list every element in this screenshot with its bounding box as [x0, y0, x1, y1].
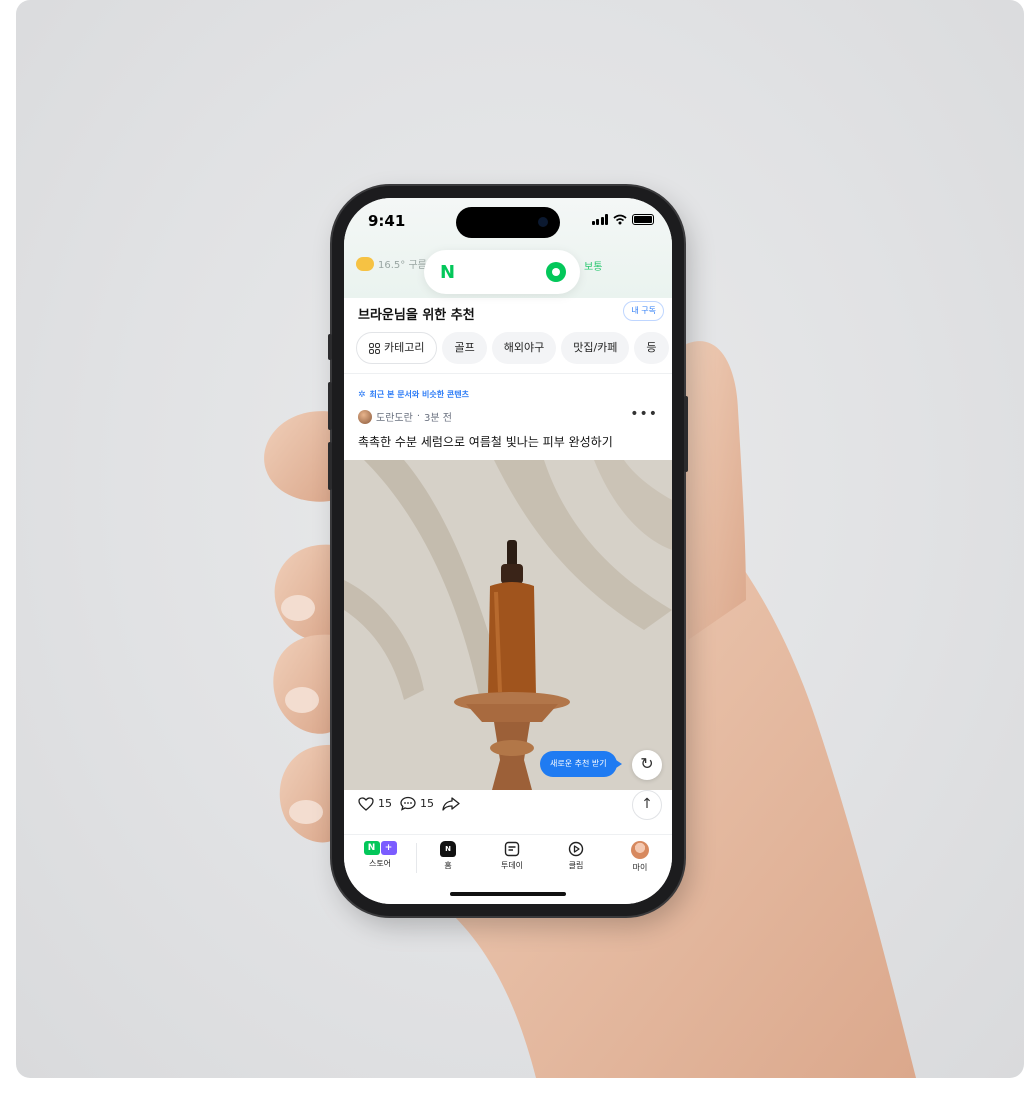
clip-icon — [568, 841, 584, 857]
tab-label: 홈 — [444, 861, 452, 870]
tab-label: 투데이 — [500, 861, 524, 870]
store-badge-n: N — [363, 841, 380, 855]
naver-logo: N — [440, 262, 456, 283]
weather-widget[interactable]: 16.5° 구름 — [356, 256, 427, 271]
action-button — [328, 334, 332, 360]
my-avatar — [631, 841, 649, 859]
scroll-top-icon[interactable]: ↑ — [632, 790, 662, 820]
status-time: 9:41 — [368, 212, 406, 230]
chip-label: 카테고리 — [384, 341, 425, 354]
store-icon: N + — [363, 841, 397, 855]
like-button[interactable]: 15 — [358, 796, 392, 811]
post-author[interactable]: 도란도란 · 3분 전 — [358, 409, 452, 424]
tab-clip[interactable]: 클립 — [550, 841, 602, 871]
tab-label: 클립 — [568, 861, 584, 870]
author-avatar — [358, 409, 372, 424]
dynamic-island — [456, 207, 560, 238]
signal-icon — [591, 214, 608, 225]
home-icon: N — [440, 841, 456, 857]
post-actions: 15 15 — [358, 796, 460, 811]
section-title: 브라운님을 위한 추천 — [358, 308, 475, 323]
refresh-icon[interactable]: ↻ — [632, 750, 662, 780]
like-count: 15 — [378, 797, 392, 810]
tab-my[interactable]: 마이 — [614, 841, 666, 873]
serum-bottle-image — [344, 460, 672, 790]
meta-separator: · — [416, 411, 420, 422]
status-icons — [591, 214, 654, 225]
green-dot-icon[interactable] — [546, 262, 566, 282]
volume-up-button — [328, 382, 332, 430]
post-image[interactable] — [344, 460, 672, 790]
today-icon — [504, 841, 520, 857]
power-button — [684, 396, 688, 472]
comment-icon — [400, 796, 416, 811]
category-chips: 카테고리 골프 해외야구 맛집/카페 등 — [356, 332, 669, 364]
tag-text: 최근 본 문서와 비슷한 콘텐츠 — [369, 390, 470, 399]
grid-icon — [369, 342, 380, 354]
tab-label: 마이 — [632, 863, 648, 872]
subscribe-button[interactable]: 내 구독 — [623, 301, 664, 321]
chip-restaurant[interactable]: 맛집/카페 — [561, 332, 630, 364]
weather-text: 16.5° 구름 — [378, 260, 427, 271]
comment-button[interactable]: 15 — [400, 796, 434, 811]
comment-count: 15 — [420, 797, 434, 810]
author-name: 도란도란 — [376, 413, 413, 424]
sparkle-icon: ✲ — [358, 389, 366, 400]
heart-icon — [358, 796, 374, 811]
chip-more[interactable]: 등 — [634, 332, 669, 364]
tab-label: 스토어 — [368, 859, 392, 868]
recommendation-tag: ✲ 최근 본 문서와 비슷한 콘텐츠 — [358, 389, 469, 400]
tab-separator — [416, 843, 417, 873]
phone-device: 9:41 16.5° 구름 보통 N 브라운님을 위한 추천 내 구독 카테고리… — [328, 186, 688, 916]
chip-baseball[interactable]: 해외야구 — [491, 332, 557, 364]
more-icon[interactable]: ••• — [630, 406, 658, 422]
partly-cloudy-icon — [356, 256, 374, 271]
section-divider — [344, 373, 672, 374]
share-button[interactable] — [442, 796, 460, 811]
volume-down-button — [328, 442, 332, 490]
air-quality: 보통 — [584, 262, 603, 273]
wifi-icon — [613, 214, 627, 225]
chip-golf[interactable]: 골프 — [442, 332, 487, 364]
store-badge-plus: + — [380, 841, 397, 855]
post-time: 3분 전 — [424, 413, 452, 424]
phone-screen: 9:41 16.5° 구름 보통 N 브라운님을 위한 추천 내 구독 카테고리… — [344, 198, 672, 904]
battery-icon — [632, 214, 654, 225]
share-icon — [442, 796, 460, 811]
tab-store[interactable]: N + 스토어 — [354, 841, 406, 869]
tab-home[interactable]: N 홈 — [422, 841, 474, 871]
search-bar[interactable]: N — [424, 250, 580, 294]
new-recommendation-button[interactable]: 새로운 추천 받기 — [540, 751, 622, 777]
home-indicator — [450, 892, 566, 896]
chip-category[interactable]: 카테고리 — [356, 332, 438, 364]
tab-today[interactable]: 투데이 — [486, 841, 538, 871]
post-title[interactable]: 촉촉한 수분 세럼으로 여름철 빛나는 피부 완성하기 — [358, 433, 613, 450]
